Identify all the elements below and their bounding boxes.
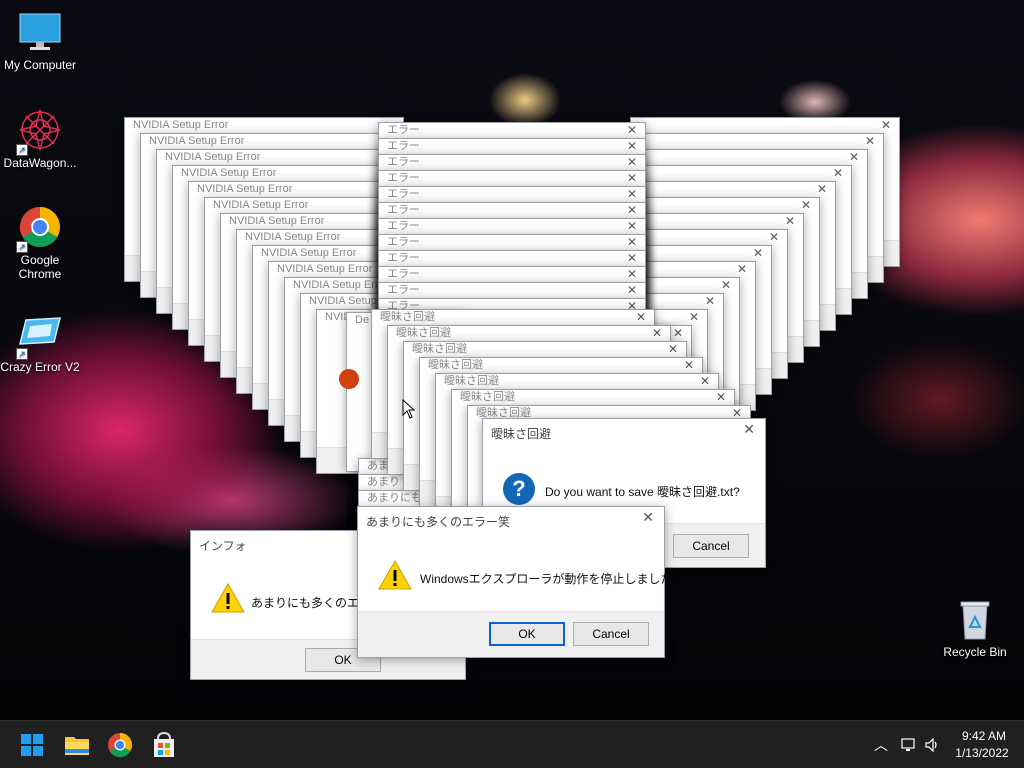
window-title: 曖昧さ回避: [396, 327, 451, 339]
chrome-icon: ↗: [16, 205, 62, 253]
warning-icon: [211, 583, 245, 613]
close-icon[interactable]: ✕: [684, 358, 694, 372]
close-icon[interactable]: ✕: [716, 390, 726, 404]
window-title: エラー: [387, 236, 420, 248]
desktop-icon-label: Google Chrome: [18, 253, 62, 281]
close-icon[interactable]: ✕: [627, 123, 637, 137]
taskbar: ︿ 9:42 AM 1/13/2022: [0, 720, 1024, 768]
close-icon[interactable]: ✕: [627, 235, 637, 249]
close-icon[interactable]: ✕: [849, 150, 859, 164]
close-icon[interactable]: ✕: [865, 134, 875, 148]
close-icon[interactable]: ✕: [817, 182, 827, 196]
cancel-button[interactable]: Cancel: [573, 622, 649, 646]
dialog-title: あまりにも多くのエラー笑: [366, 515, 511, 529]
close-icon[interactable]: ✕: [627, 283, 637, 297]
explorer-stopped-dialog[interactable]: あまりにも多くのエラー笑 ✕ Windowsエクスプローラが動作を停止しました …: [357, 506, 672, 658]
recycle-bin-shortcut[interactable]: Recycle Bin: [935, 597, 1015, 659]
window-title: 曖昧さ回避: [444, 375, 499, 387]
window-title: 曖昧さ回避: [460, 391, 515, 403]
desktop-icon-label: My Computer: [3, 58, 77, 72]
shortcut-arrow-icon: ↗: [16, 241, 28, 253]
store-icon[interactable]: [148, 729, 180, 761]
dialog-footer: OK Cancel: [358, 611, 664, 657]
close-icon[interactable]: ✕: [642, 509, 654, 526]
crazy-error-shortcut[interactable]: ↗ Crazy Error V2: [0, 312, 80, 374]
chevron-up-icon[interactable]: ︿: [874, 735, 888, 755]
close-icon[interactable]: ✕: [689, 310, 699, 324]
mandala-icon: ↗: [16, 108, 62, 156]
window-title: NVIDIA Setup Error: [133, 119, 229, 131]
close-icon[interactable]: ✕: [627, 203, 637, 217]
window-title: エラー: [387, 172, 420, 184]
window-title: エラー: [387, 156, 420, 168]
close-icon[interactable]: ✕: [627, 267, 637, 281]
desktop-icon-label: DataWagon...: [3, 156, 77, 170]
window-title: エラー: [387, 268, 420, 280]
close-icon[interactable]: ✕: [705, 294, 715, 308]
clock-date[interactable]: 1/13/2022: [950, 746, 1014, 760]
close-icon[interactable]: ✕: [753, 246, 763, 260]
close-icon[interactable]: ✕: [652, 326, 662, 340]
ok-button[interactable]: OK: [489, 622, 565, 646]
error-app-icon: ↗: [16, 312, 62, 360]
close-icon[interactable]: ✕: [785, 214, 795, 228]
warning-icon: [378, 560, 412, 590]
close-icon[interactable]: ✕: [721, 278, 731, 292]
close-icon[interactable]: ✕: [627, 155, 637, 169]
close-icon[interactable]: ✕: [700, 374, 710, 388]
window-title: エラー: [387, 188, 420, 200]
dialog-message: Windowsエクスプローラが動作を停止しました: [420, 572, 673, 586]
close-icon[interactable]: ✕: [737, 262, 747, 276]
close-icon[interactable]: ✕: [627, 171, 637, 185]
close-icon[interactable]: ✕: [627, 251, 637, 265]
recycle-bin-icon: [953, 597, 997, 641]
dialog-title: 曖昧さ回避: [491, 427, 552, 441]
datawagon-shortcut[interactable]: ↗ DataWagon...: [0, 108, 80, 170]
clock-time[interactable]: 9:42 AM: [956, 729, 1012, 743]
window-title: 曖昧さ回避: [412, 343, 467, 355]
file-explorer-icon[interactable]: [61, 729, 93, 761]
close-icon[interactable]: ✕: [801, 198, 811, 212]
close-icon[interactable]: ✕: [833, 166, 843, 180]
mouse-cursor-icon: [402, 399, 416, 419]
dialog-message: Do you want to save 曖昧さ回避.txt?: [545, 485, 740, 499]
error-icon: [339, 369, 359, 389]
desktop-icon-label: Recycle Bin: [943, 645, 1007, 659]
close-icon[interactable]: ✕: [627, 187, 637, 201]
close-icon[interactable]: ✕: [673, 326, 683, 340]
volume-icon[interactable]: [924, 737, 942, 753]
close-icon[interactable]: ✕: [636, 310, 646, 324]
window-title: エラー: [387, 252, 420, 264]
close-icon[interactable]: ✕: [627, 219, 637, 233]
window-title: [631, 118, 899, 134]
cancel-button[interactable]: Cancel: [673, 534, 749, 558]
shortcut-arrow-icon: ↗: [16, 348, 28, 360]
shortcut-arrow-icon: ↗: [16, 144, 28, 156]
window-title: エラー: [387, 220, 420, 232]
window-title: エラー: [387, 284, 420, 296]
close-icon[interactable]: ✕: [743, 421, 755, 438]
close-icon[interactable]: ✕: [627, 139, 637, 153]
window-title: 曖昧さ回避: [380, 311, 435, 323]
network-icon[interactable]: [900, 737, 918, 753]
google-chrome-shortcut[interactable]: ↗ Google Chrome: [0, 205, 80, 281]
window-title: 曖昧さ回避: [428, 359, 483, 371]
desktop-icon-label: Crazy Error V2: [0, 360, 80, 374]
my-computer-shortcut[interactable]: My Computer: [0, 10, 80, 72]
question-icon: ?: [503, 473, 535, 505]
window-title: エラー: [387, 140, 420, 152]
desktop: My Computer ↗ DataWagon... ↗ Google Chro…: [0, 0, 1024, 720]
window-title: エラー: [387, 204, 420, 216]
close-icon[interactable]: ✕: [668, 342, 678, 356]
start-icon[interactable]: [16, 729, 48, 761]
window-title: [615, 134, 883, 150]
window-title: エラー: [387, 124, 420, 136]
chrome-icon[interactable]: [104, 729, 136, 761]
close-icon[interactable]: ✕: [881, 118, 891, 132]
close-icon[interactable]: ✕: [769, 230, 779, 244]
monitor-icon: [18, 10, 62, 54]
